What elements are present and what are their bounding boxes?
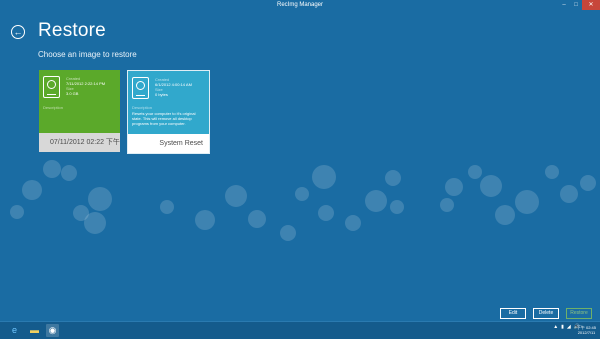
window-controls: – □ ✕ xyxy=(558,0,600,10)
restore-button[interactable]: Restore xyxy=(566,308,592,319)
clock-date: 2012/7/11 xyxy=(577,330,596,335)
page-subtitle: Choose an image to restore xyxy=(38,50,137,59)
ie-icon[interactable]: e xyxy=(8,324,21,337)
back-arrow-icon[interactable]: ← xyxy=(11,25,25,39)
recimg-icon[interactable]: ◉ xyxy=(46,324,59,337)
description-label: Description xyxy=(132,105,153,110)
clock[interactable]: 下午 02:45 2012/7/11 xyxy=(577,325,596,335)
title-bar: RecImg Manager – □ ✕ xyxy=(0,0,600,10)
size-value: 0 bytes xyxy=(155,92,168,97)
delete-button[interactable]: Delete xyxy=(533,308,559,319)
taskbar: e ▬ ◉ ▲ ▮ ◢ 🔊 下午 02:45 2012/7/11 xyxy=(0,321,600,339)
page-title: Restore xyxy=(38,20,106,41)
image-tile[interactable]: Created 7/11/2012 2:22:14 PM Size 3.0 GB… xyxy=(39,70,120,152)
close-button[interactable]: ✕ xyxy=(582,0,600,10)
network-icon[interactable]: ◢ xyxy=(567,324,571,330)
minimize-button[interactable]: – xyxy=(558,0,570,10)
tile-footer: 07/11/2012 02:22 下午 xyxy=(39,133,120,152)
folder-icon[interactable]: ▬ xyxy=(28,324,41,337)
tile-content: Created 7/11/2012 2:22:14 PM Size 3.0 GB… xyxy=(39,70,120,133)
battery-icon[interactable]: ▮ xyxy=(561,324,564,330)
description-text: Resets your computer to it's original st… xyxy=(132,111,196,126)
tile-meta: Created 7/11/2012 2:22:14 PM Size 3.0 GB xyxy=(66,76,105,96)
tray-overflow-icon[interactable]: ▲ xyxy=(553,324,558,330)
hard-drive-icon xyxy=(132,77,149,99)
maximize-button[interactable]: □ xyxy=(570,0,582,10)
window-title: RecImg Manager xyxy=(276,2,324,8)
image-tile-selected[interactable]: Created 6/1/2012 4:00:14 AM Size 0 bytes… xyxy=(127,70,210,154)
tile-content: Created 6/1/2012 4:00:14 AM Size 0 bytes… xyxy=(128,71,209,134)
edit-button[interactable]: Edit xyxy=(500,308,526,319)
hard-drive-icon xyxy=(43,76,60,98)
tile-meta: Created 6/1/2012 4:00:14 AM Size 0 bytes xyxy=(155,77,192,97)
description-label: Description xyxy=(43,105,64,110)
size-value: 3.0 GB xyxy=(66,91,79,96)
tile-footer: System Reset xyxy=(128,134,209,153)
